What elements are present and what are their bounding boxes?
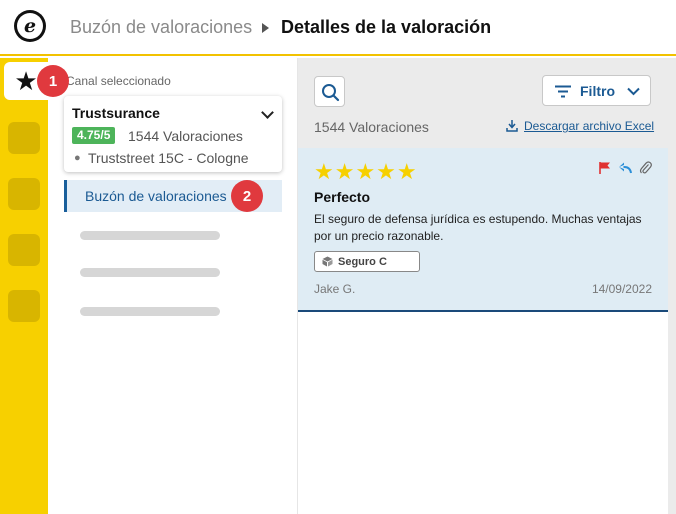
- rail-button-3[interactable]: [8, 178, 40, 210]
- rail-button-4[interactable]: [8, 234, 40, 266]
- step-badge-1: 1: [37, 65, 69, 97]
- channel-name: Trustsurance: [72, 105, 160, 121]
- review-actions: [592, 160, 652, 180]
- step-badge-2: 2: [231, 180, 263, 212]
- top-bar: e Buzón de valoraciones Detalles de la v…: [0, 0, 676, 56]
- review-text: El seguro de defensa jurídica es estupen…: [314, 212, 642, 243]
- review-count: 1544 Valoraciones: [314, 119, 429, 135]
- search-icon: [322, 84, 340, 102]
- chevron-down-icon[interactable]: [261, 106, 274, 119]
- sidebar-item-label: Buzón de valoraciones: [85, 188, 227, 204]
- review-card[interactable]: ★★★★★ Perfecto El seguro de defensa jurí…: [298, 148, 668, 312]
- page-title: Detalles de la valoración: [281, 17, 492, 37]
- product-tag-label: Seguro C: [338, 256, 387, 268]
- location-pin-icon: ●: [74, 152, 81, 164]
- filter-icon: [555, 85, 571, 98]
- channel-address: Truststreet 15C - Cologne: [88, 150, 249, 166]
- download-excel-link[interactable]: Descargar archivo Excel: [524, 119, 654, 133]
- search-button[interactable]: [314, 76, 345, 107]
- logo-letter: e: [17, 13, 43, 39]
- app-root: e Buzón de valoraciones Detalles de la v…: [0, 0, 676, 514]
- sidebar-placeholder-1: [80, 231, 220, 240]
- selected-channel-label: Canal seleccionado: [66, 74, 171, 88]
- star-rating: ★★★★★: [314, 159, 418, 184]
- chevron-down-icon: [627, 87, 640, 96]
- review-author: Jake G.: [314, 282, 356, 296]
- channel-review-count: 1544 Valoraciones: [128, 128, 243, 144]
- filter-label: Filtro: [580, 83, 615, 99]
- left-rail: ★: [0, 58, 48, 514]
- download-icon[interactable]: [506, 119, 518, 132]
- rail-button-2[interactable]: [8, 122, 40, 154]
- sidebar-placeholder-2: [80, 268, 220, 277]
- sidebar-placeholder-3: [80, 307, 220, 316]
- product-box-icon: [322, 256, 333, 267]
- breadcrumb-separator-icon: [262, 23, 269, 33]
- rail-button-5[interactable]: [8, 290, 40, 322]
- channel-selector[interactable]: Trustsurance 4.75/5 1544 Valoraciones ● …: [64, 96, 282, 172]
- review-list-pane: Filtro 1544 Valoraciones Descargar archi…: [298, 58, 676, 514]
- flag-icon[interactable]: [598, 161, 612, 180]
- attachment-icon[interactable]: [639, 160, 652, 180]
- product-tag[interactable]: Seguro C: [314, 251, 420, 272]
- score-badge: 4.75/5: [72, 127, 116, 144]
- channel-panel: Canal seleccionado Trustsurance 4.75/5 1…: [48, 58, 298, 514]
- review-date: 14/09/2022: [591, 282, 652, 296]
- review-title: Perfecto: [314, 189, 371, 205]
- trusted-shops-logo[interactable]: e: [14, 10, 46, 42]
- reply-icon[interactable]: [618, 161, 633, 180]
- filter-button[interactable]: Filtro: [542, 75, 651, 106]
- breadcrumb-parent[interactable]: Buzón de valoraciones: [70, 17, 252, 38]
